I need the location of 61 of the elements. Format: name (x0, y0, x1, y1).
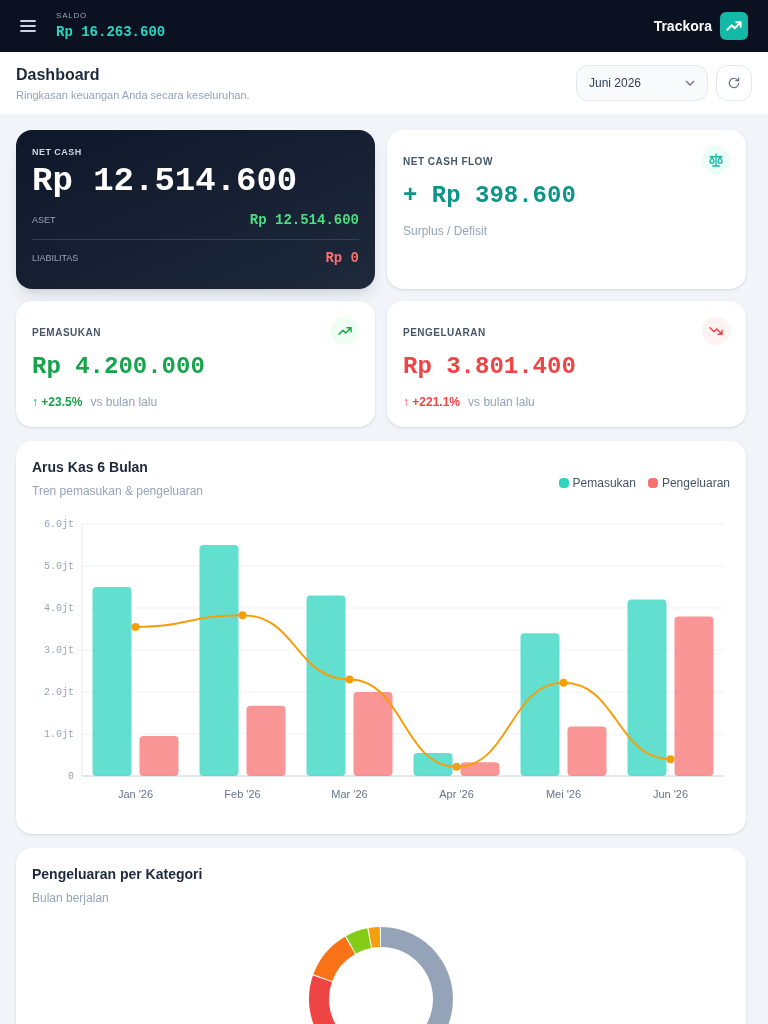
stat-value: + Rp 398.600 (403, 181, 577, 211)
stat-label: PENGELUARAN (403, 326, 486, 340)
line-point (666, 755, 675, 764)
net-cash-row-label: ASET (32, 213, 56, 227)
chevron-down-icon (685, 80, 695, 86)
net-cash-row-value: Rp 0 (325, 249, 359, 268)
y-tick-label: 2.0jt (44, 687, 74, 698)
brand-logo-icon (720, 12, 748, 40)
page-title: Dashboard (16, 64, 101, 85)
x-tick-label: Feb '26 (224, 788, 261, 800)
trend-down-icon (702, 317, 730, 345)
menu-icon[interactable] (20, 19, 36, 33)
line-point (131, 622, 140, 631)
stat-label: NET CASH FLOW (403, 155, 493, 169)
refresh-icon (727, 76, 741, 90)
line-point (238, 611, 247, 620)
y-tick-label: 1.0jt (44, 729, 74, 740)
y-tick-label: 3.0jt (44, 645, 74, 656)
stat-label: PEMASUKAN (32, 326, 101, 340)
card-subtitle: Bulan berjalan (32, 890, 110, 907)
refresh-button[interactable] (716, 65, 752, 101)
y-tick-label: 0 (68, 771, 74, 782)
card-title: Pengeluaran per Kategori (32, 865, 204, 884)
page-subtitle: Ringkasan keuangan Anda secara keseluruhan. (16, 87, 250, 103)
scale-icon (702, 146, 730, 174)
net-cash-value: Rp 12.514.600 (32, 160, 299, 202)
line-point (559, 678, 568, 687)
bar (567, 726, 607, 776)
net-cash-row-label: LIABILITAS (32, 251, 79, 265)
x-tick-label: Mar '26 (331, 788, 368, 800)
card-subtitle: Tren pemasukan & pengeluaran (32, 483, 203, 500)
month-select[interactable]: Juni 2026 (576, 65, 708, 101)
x-tick-label: Jun '26 (652, 788, 689, 800)
net-cash-row-value: Rp 12.514.600 (249, 211, 359, 230)
y-tick-label: 6.0jt (44, 519, 74, 530)
bar (460, 762, 500, 776)
stat-value: Rp 3.801.400 (403, 352, 577, 382)
brand-name: Trackora (653, 16, 712, 36)
change-percent: ↑ +23.5% (32, 394, 83, 411)
line-point (345, 675, 354, 684)
y-tick-label: 4.0jt (44, 603, 74, 614)
change-percent: ↑ +221.1% (403, 394, 461, 411)
stat-note: Surplus / Defisit (403, 223, 488, 240)
net-cash-label: NET CASH (32, 146, 83, 159)
bar (139, 736, 179, 776)
card-title: Arus Kas 6 Bulan (32, 458, 149, 477)
stat-note: vs bulan lalu (90, 394, 158, 411)
legend-label: Pengeluaran (661, 474, 730, 492)
x-tick-label: Jan '26 (117, 788, 154, 800)
balance-label: SALDO (56, 9, 89, 22)
stat-note: vs bulan lalu (468, 394, 535, 411)
legend-label: Pemasukan (572, 474, 636, 492)
bar (413, 752, 453, 776)
x-tick-label: Apr '26 (439, 788, 474, 800)
line-point (452, 762, 461, 771)
x-tick-label: Mei '26 (545, 788, 582, 800)
balance-value: Rp 16.263.600 (56, 22, 166, 42)
bar (246, 705, 286, 776)
trend-up-icon (331, 317, 359, 345)
y-tick-label: 5.0jt (44, 561, 74, 572)
stat-value: Rp 4.200.000 (32, 352, 206, 382)
